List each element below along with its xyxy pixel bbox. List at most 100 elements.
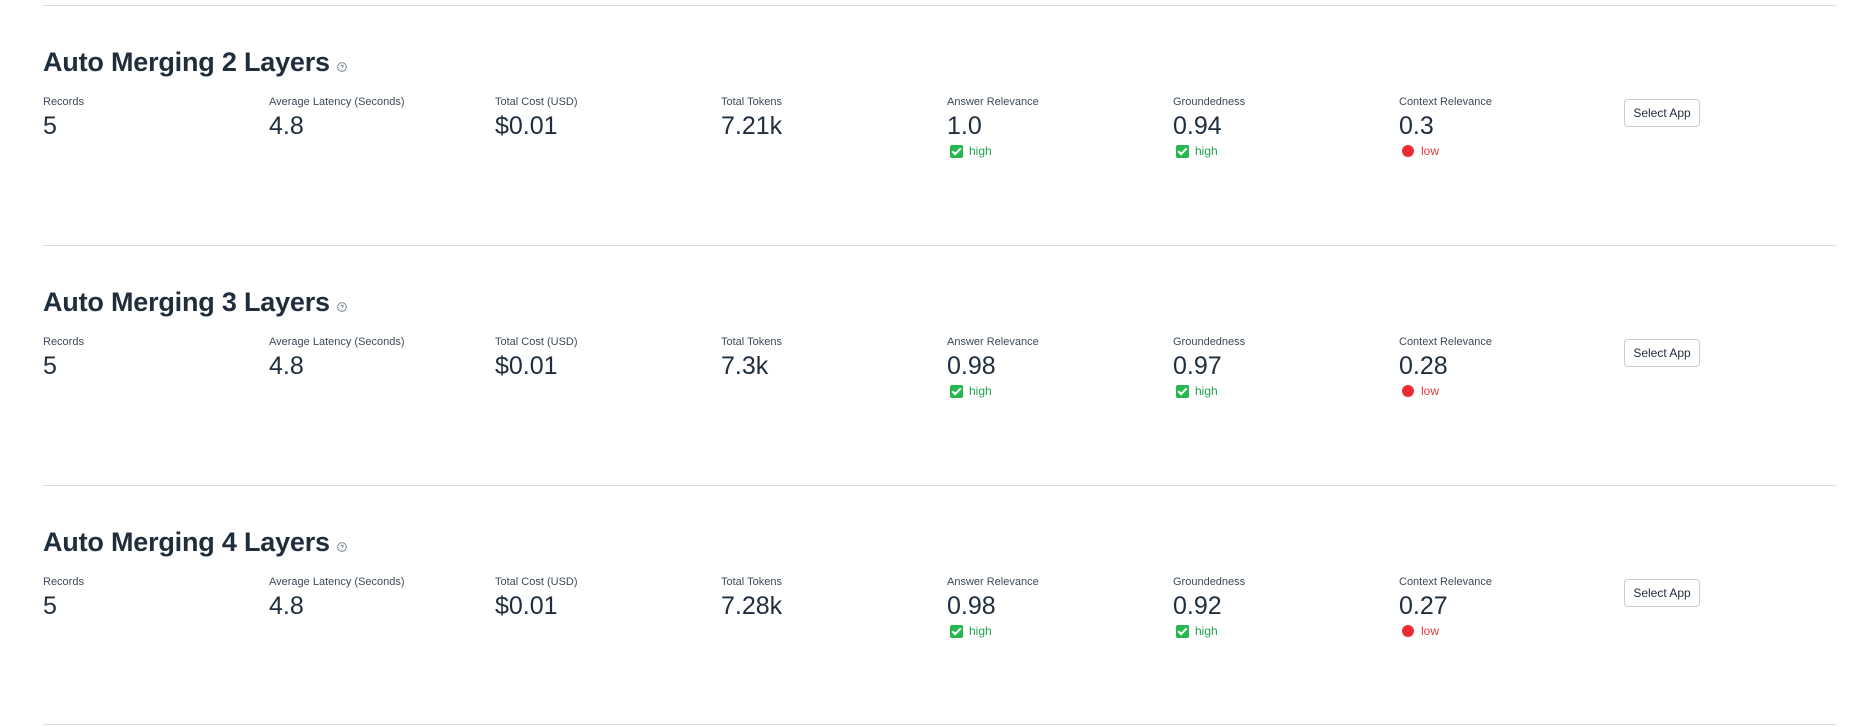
metric: Total Tokens 7.3k — [721, 335, 941, 381]
metric-value: 5 — [43, 112, 57, 140]
metric-label: Context Relevance — [1399, 96, 1492, 108]
status-badge: high — [1173, 624, 1393, 638]
status-badge: high — [947, 384, 1167, 398]
status-badge: high — [1173, 384, 1393, 398]
metric-value: 4.8 — [269, 592, 304, 620]
checkbox-checked-icon — [1176, 384, 1189, 398]
metric-value: 4.8 — [269, 352, 304, 380]
metric: Average Latency (Seconds) 4.8 — [269, 335, 489, 381]
help-icon[interactable] — [337, 299, 347, 312]
status-badge-label: high — [969, 624, 992, 638]
metric: Groundedness 0.94 high — [1173, 95, 1393, 158]
metric-label: Context Relevance — [1399, 576, 1492, 588]
metric: Total Tokens 7.21k — [721, 95, 941, 141]
metric-label: Total Cost (USD) — [495, 96, 578, 108]
app-title: Auto Merging 4 Layers — [43, 527, 330, 557]
checkbox-checked-icon — [1176, 144, 1189, 158]
metric-value: 1.0 — [947, 112, 982, 140]
select-app-button[interactable]: Select App — [1624, 579, 1700, 607]
metric: Total Cost (USD) $0.01 — [495, 335, 715, 381]
metric-value: 5 — [43, 592, 57, 620]
metric: Context Relevance 0.28 low — [1399, 335, 1619, 398]
metric-label: Total Tokens — [721, 336, 782, 348]
red-dot-icon — [1402, 385, 1414, 397]
metric-value: 0.27 — [1399, 592, 1448, 620]
metric-label: Total Cost (USD) — [495, 576, 578, 588]
status-badge-label: low — [1421, 624, 1440, 638]
status-badge-label: high — [1195, 144, 1218, 158]
status-badge-label: high — [969, 384, 992, 398]
status-badge: high — [947, 144, 1167, 158]
metric-value: 0.97 — [1173, 352, 1222, 380]
metric-label: Total Tokens — [721, 576, 782, 588]
metric-label: Groundedness — [1173, 96, 1246, 108]
metric-value: $0.01 — [495, 352, 558, 380]
app-title-row: Auto Merging 4 Layers — [43, 527, 347, 558]
status-badge-label: high — [969, 144, 992, 158]
checkbox-checked-icon — [1176, 624, 1189, 638]
metric: Context Relevance 0.3 low — [1399, 95, 1619, 158]
metric-value: 7.28k — [721, 592, 783, 620]
metric: Records 5 — [43, 95, 263, 141]
metric: Context Relevance 0.27 low — [1399, 575, 1619, 638]
metric: Total Cost (USD) $0.01 — [495, 95, 715, 141]
metric-value: 0.98 — [947, 592, 996, 620]
app-title-row: Auto Merging 2 Layers — [43, 47, 347, 78]
metric-value: $0.01 — [495, 112, 558, 140]
metric: Answer Relevance 0.98 high — [947, 575, 1167, 638]
metric-label: Answer Relevance — [947, 96, 1039, 108]
status-badge: low — [1399, 624, 1619, 638]
metric-value: 0.3 — [1399, 112, 1434, 140]
select-app-button[interactable]: Select App — [1624, 99, 1700, 127]
app-section: Auto Merging 4 Layers Records 5 Average Lat… — [43, 527, 1836, 727]
metric: Answer Relevance 0.98 high — [947, 335, 1167, 398]
metric-label: Average Latency (Seconds) — [269, 336, 405, 348]
red-dot-icon — [1402, 625, 1414, 637]
metric-value: 4.8 — [269, 112, 304, 140]
help-icon[interactable] — [337, 539, 347, 552]
metric-label: Average Latency (Seconds) — [269, 96, 405, 108]
metric: Total Tokens 7.28k — [721, 575, 941, 621]
app-section: Auto Merging 3 Layers Records 5 Average Lat… — [43, 287, 1836, 487]
checkbox-checked-icon — [950, 384, 963, 398]
metric-value: 5 — [43, 352, 57, 380]
metric: Groundedness 0.92 high — [1173, 575, 1393, 638]
metric-label: Average Latency (Seconds) — [269, 576, 405, 588]
app-title: Auto Merging 2 Layers — [43, 47, 330, 77]
metric-label: Total Cost (USD) — [495, 336, 578, 348]
metric-label: Groundedness — [1173, 336, 1246, 348]
metric-label: Context Relevance — [1399, 336, 1492, 348]
status-badge: high — [1173, 144, 1393, 158]
metric: Records 5 — [43, 335, 263, 381]
divider — [43, 5, 1836, 6]
checkbox-checked-icon — [950, 144, 963, 158]
metric-label: Answer Relevance — [947, 576, 1039, 588]
metric-value: 0.92 — [1173, 592, 1222, 620]
metric-label: Records — [43, 336, 84, 348]
status-badge-label: low — [1421, 384, 1440, 398]
app-section: Auto Merging 2 Layers Records 5 Average Lat… — [43, 47, 1836, 247]
metric-label: Answer Relevance — [947, 336, 1039, 348]
status-badge-label: low — [1421, 144, 1440, 158]
metric-label: Groundedness — [1173, 576, 1246, 588]
select-app-button[interactable]: Select App — [1624, 339, 1700, 367]
app-title: Auto Merging 3 Layers — [43, 287, 330, 317]
status-badge: low — [1399, 384, 1619, 398]
metric-value: 0.28 — [1399, 352, 1448, 380]
metric: Total Cost (USD) $0.01 — [495, 575, 715, 621]
metric-value: 7.3k — [721, 352, 769, 380]
metric: Answer Relevance 1.0 high — [947, 95, 1167, 158]
metric-value: 7.21k — [721, 112, 783, 140]
metric-value: $0.01 — [495, 592, 558, 620]
app-title-row: Auto Merging 3 Layers — [43, 287, 347, 318]
checkbox-checked-icon — [950, 624, 963, 638]
metric: Groundedness 0.97 high — [1173, 335, 1393, 398]
metric: Average Latency (Seconds) 4.8 — [269, 95, 489, 141]
metric-label: Records — [43, 96, 84, 108]
red-dot-icon — [1402, 145, 1414, 157]
metric: Average Latency (Seconds) 4.8 — [269, 575, 489, 621]
metric: Records 5 — [43, 575, 263, 621]
metric-label: Total Tokens — [721, 96, 782, 108]
help-icon[interactable] — [337, 59, 347, 72]
metric-label: Records — [43, 576, 84, 588]
